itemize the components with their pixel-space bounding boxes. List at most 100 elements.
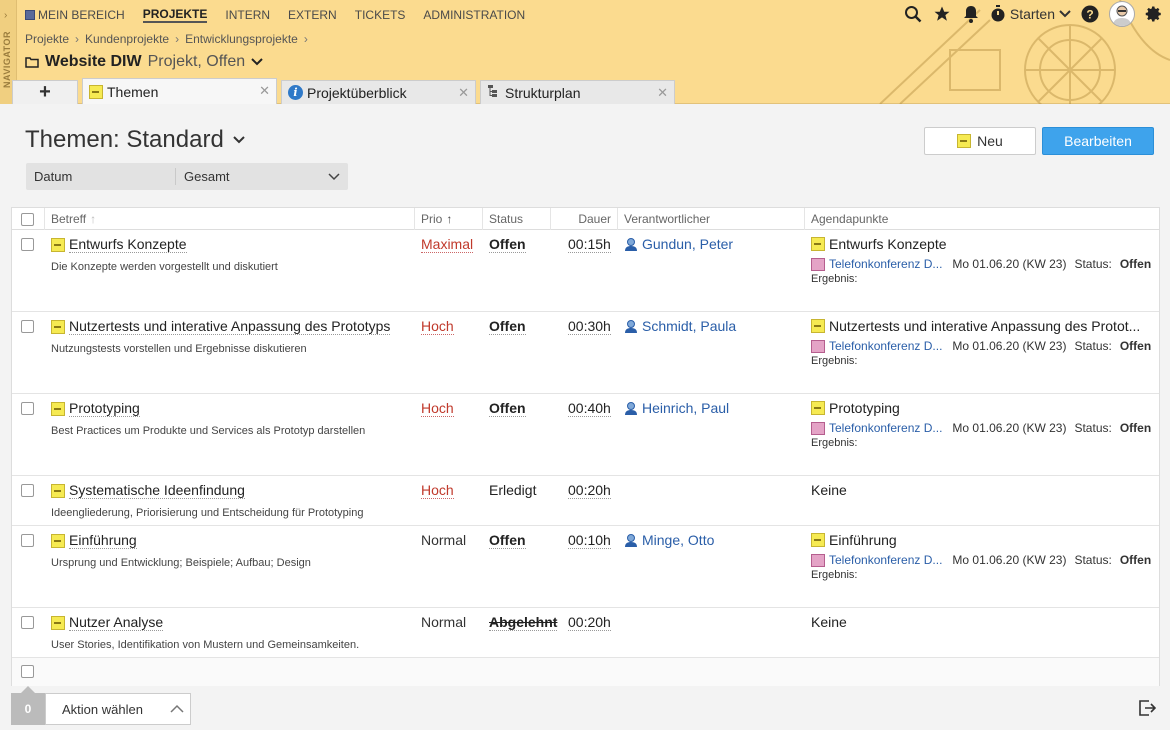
nav-mein-bereich[interactable]: MEIN BEREICH <box>25 7 125 23</box>
duration-value[interactable]: 00:20h <box>568 482 611 499</box>
topic-icon <box>51 615 65 630</box>
duration-value[interactable]: 00:40h <box>568 400 611 417</box>
row-checkbox[interactable] <box>21 616 34 629</box>
agenda-title[interactable]: Prototyping <box>811 400 1146 416</box>
topic-icon <box>51 401 65 416</box>
user-avatar[interactable] <box>1109 1 1135 27</box>
selected-count: 0 <box>11 686 45 725</box>
new-button[interactable]: Neu <box>924 127 1036 155</box>
row-checkbox[interactable] <box>21 320 34 333</box>
meeting-status-label: Status: <box>1074 257 1112 271</box>
topic-description: Ideengliederung, Priorisierung und Entsc… <box>51 507 364 519</box>
agenda-title[interactable]: Nutzertests und interative Anpassung des… <box>811 318 1146 334</box>
column-agendapunkte[interactable]: Agendapunkte <box>804 208 1160 230</box>
status-value[interactable]: Offen <box>489 532 526 549</box>
status-value[interactable]: Offen <box>489 236 526 253</box>
project-title[interactable]: Website DIW Projekt, Offen <box>25 53 263 71</box>
add-tab-button[interactable]: + <box>12 80 78 104</box>
status-value[interactable]: Offen <box>489 318 526 335</box>
table-row[interactable]: Einführung Ursprung und Entwicklung; Bei… <box>12 526 1159 608</box>
meeting-link[interactable]: Telefonkonferenz D... <box>829 553 942 567</box>
nav-label: TICKETS <box>354 8 406 22</box>
meeting-link[interactable]: Telefonkonferenz D... <box>829 421 942 435</box>
gear-icon[interactable] <box>1144 4 1164 24</box>
close-icon[interactable]: ✕ <box>458 85 469 101</box>
help-icon[interactable]: ? <box>1080 4 1100 24</box>
tab-projektueberblick[interactable]: i Projektüberblick ✕ <box>281 80 476 104</box>
topic-subject[interactable]: Entwurfs Konzepte <box>51 236 187 253</box>
table-row[interactable]: Prototyping Best Practices um Produkte u… <box>12 394 1159 476</box>
search-icon[interactable] <box>903 4 923 24</box>
row-checkbox[interactable] <box>21 402 34 415</box>
topic-subject[interactable]: Einführung <box>51 532 137 549</box>
duration-value[interactable]: 00:20h <box>568 614 611 631</box>
column-prio[interactable]: Prio ↑ <box>414 208 482 230</box>
nav-tickets[interactable]: TICKETS <box>355 7 406 23</box>
topic-subject[interactable]: Nutzertests und interative Anpassung des… <box>51 318 391 335</box>
agenda-title[interactable]: Einführung <box>811 532 1146 548</box>
star-icon[interactable] <box>932 4 952 24</box>
prio-value[interactable]: Normal <box>421 614 466 630</box>
column-dauer[interactable]: Dauer <box>550 208 617 230</box>
close-icon[interactable]: ✕ <box>259 83 270 99</box>
meeting-link[interactable]: Telefonkonferenz D... <box>829 339 942 353</box>
table-row[interactable]: Nutzertests und interative Anpassung des… <box>12 312 1159 394</box>
filter-field[interactable]: Datum <box>26 168 176 185</box>
select-all-checkbox[interactable] <box>21 212 34 226</box>
meeting-status: Offen <box>1119 339 1152 353</box>
export-icon[interactable] <box>1138 699 1157 717</box>
topic-subject[interactable]: Prototyping <box>51 400 140 417</box>
topic-icon <box>811 401 825 415</box>
row-checkbox[interactable] <box>21 534 34 547</box>
starten-timer-button[interactable]: Starten <box>990 5 1071 23</box>
status-value[interactable]: Erledigt <box>489 482 536 498</box>
responsible-person[interactable]: Gundun, Peter <box>624 236 733 252</box>
breadcrumb-item[interactable]: Projekte <box>25 32 69 46</box>
duration-value[interactable]: 00:15h <box>568 236 611 253</box>
topic-subject[interactable]: Systematische Ideenfindung <box>51 482 245 499</box>
row-checkbox[interactable] <box>21 238 34 251</box>
edit-button[interactable]: Bearbeiten <box>1042 127 1154 155</box>
prio-value[interactable]: Hoch <box>421 318 454 335</box>
prio-value[interactable]: Hoch <box>421 482 454 499</box>
prio-value[interactable]: Normal <box>421 532 466 548</box>
column-betreff[interactable]: Betreff ↑ <box>44 208 414 230</box>
table-row[interactable]: Nutzer Analyse User Stories, Identifikat… <box>12 608 1159 658</box>
column-status[interactable]: Status <box>482 208 550 230</box>
breadcrumb-item[interactable]: Kundenprojekte <box>85 32 169 46</box>
meeting-date: Mo 01.06.20 (KW 23) <box>952 257 1067 271</box>
meeting-link[interactable]: Telefonkonferenz D... <box>829 257 942 271</box>
breadcrumb-item[interactable]: Entwicklungsprojekte <box>185 32 298 46</box>
responsible-person[interactable]: Heinrich, Paul <box>624 400 729 416</box>
responsible-person[interactable]: Schmidt, Paula <box>624 318 736 334</box>
status-value[interactable]: Abgelehnt <box>489 614 558 631</box>
meeting-status-label: Status: <box>1074 339 1112 353</box>
topics-table: Betreff ↑ Prio ↑ Status Dauer Verantwortli… <box>11 207 1160 686</box>
nav-administration[interactable]: ADMINISTRATION <box>423 7 525 23</box>
close-icon[interactable]: ✕ <box>657 85 668 101</box>
column-verantwortlicher[interactable]: Verantwortlicher <box>617 208 804 230</box>
prio-value[interactable]: Maximal <box>421 236 474 253</box>
nav-projekte[interactable]: PROJEKTE <box>142 7 208 23</box>
nav-extern[interactable]: EXTERN <box>288 7 337 23</box>
row-checkbox[interactable] <box>21 484 34 497</box>
breadcrumb-separator: › <box>175 32 180 46</box>
duration-value[interactable]: 00:10h <box>568 532 611 549</box>
filter-value-select[interactable]: Gesamt <box>176 169 348 184</box>
topic-subject[interactable]: Nutzer Analyse <box>51 614 164 631</box>
footer-checkbox[interactable] <box>21 665 34 678</box>
agenda-title[interactable]: Entwurfs Konzepte <box>811 236 1146 252</box>
tab-strukturplan[interactable]: Strukturplan ✕ <box>480 80 675 104</box>
duration-value[interactable]: 00:30h <box>568 318 611 335</box>
bell-icon[interactable] <box>961 4 981 24</box>
table-row[interactable]: Entwurfs Konzepte Die Konzepte werden vo… <box>12 230 1159 312</box>
view-selector[interactable]: Themen: Standard <box>25 126 246 154</box>
responsible-person[interactable]: Minge, Otto <box>624 532 714 548</box>
nav-intern[interactable]: INTERN <box>225 7 270 23</box>
status-value[interactable]: Offen <box>489 400 526 417</box>
table-row[interactable]: Systematische Ideenfindung Ideengliederu… <box>12 476 1159 526</box>
chevron-down-icon <box>251 58 263 66</box>
tab-themen[interactable]: Themen ✕ <box>82 78 277 104</box>
action-select[interactable]: Aktion wählen <box>45 693 191 725</box>
prio-value[interactable]: Hoch <box>421 400 454 417</box>
